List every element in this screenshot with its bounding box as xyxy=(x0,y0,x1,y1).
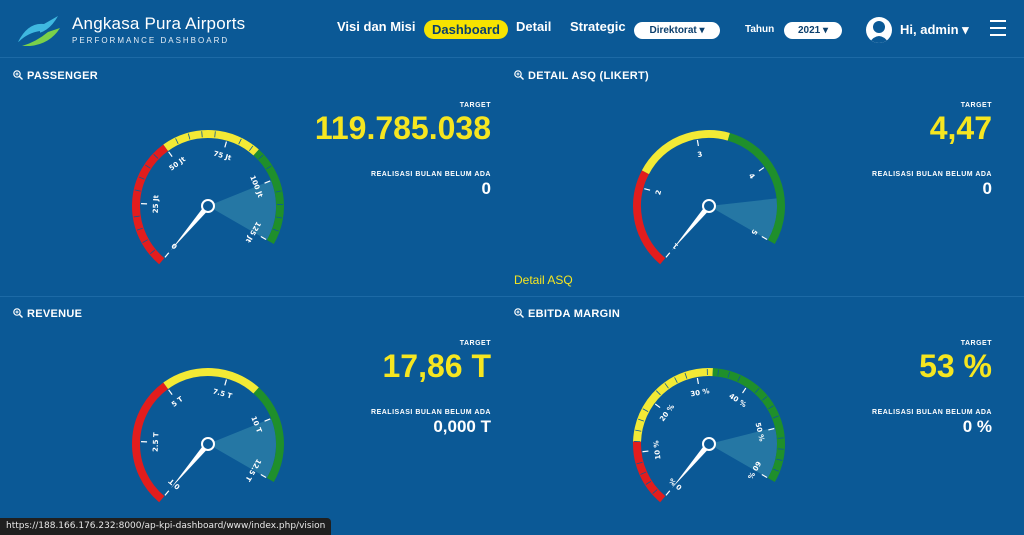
zoom-in-icon[interactable] xyxy=(514,308,524,318)
passenger-real-value: 0 xyxy=(481,179,491,198)
gauge-band-red xyxy=(132,382,169,503)
asq-panel: DETAIL ASQ (LIKERT) TARGET 4,47 REALISAS… xyxy=(514,70,992,290)
nav-visi-misi[interactable]: Visi dan Misi xyxy=(337,19,416,34)
gauge-tick-label: 20 % xyxy=(658,403,676,423)
gauge-major-tick xyxy=(164,252,170,258)
detail-asq-link[interactable]: Detail ASQ xyxy=(514,273,573,287)
gauge-major-tick xyxy=(644,188,651,191)
tahun-select[interactable]: 2021 ▾ xyxy=(784,22,842,39)
asq-target-label: TARGET xyxy=(960,102,992,109)
gauge-major-tick xyxy=(168,151,173,158)
revenue-target-value: 17,86 T xyxy=(382,348,491,384)
zoom-in-icon[interactable] xyxy=(13,70,23,80)
revenue-gauge: 0 T2.5 T5 T7.5 T10 T12.5 T xyxy=(132,368,284,503)
ebitda-title: EBITDA MARGIN xyxy=(514,308,620,320)
revenue-title: REVENUE xyxy=(13,308,82,320)
user-menu[interactable]: Hi, admin ▾ xyxy=(900,22,969,38)
nav-detail[interactable]: Detail xyxy=(516,19,551,34)
ebitda-real-label: REALISASI BULAN BELUM ADA xyxy=(872,409,992,416)
gauge-tick-label: 25 Jt xyxy=(152,194,161,213)
ebitda-real-value: 0 % xyxy=(962,417,992,436)
revenue-target-label: TARGET xyxy=(459,340,491,347)
revenue-real-value: 0,000 T xyxy=(433,417,491,436)
brand-subtitle: PERFORMANCE DASHBOARD xyxy=(72,36,230,45)
tahun-label: Tahun xyxy=(745,24,775,35)
nav-strategic[interactable]: Strategic xyxy=(570,19,626,34)
gauge-pivot xyxy=(702,437,716,451)
gauge-major-tick xyxy=(742,387,747,394)
passenger-panel: PASSENGER TARGET 119.785.038 REALISASI B… xyxy=(13,70,491,290)
gauge-tick-label: 50 Jt xyxy=(168,155,188,173)
asq-target-value: 4,47 xyxy=(929,110,992,146)
brand-title: Angkasa Pura Airports xyxy=(72,14,246,33)
asq-real-label: REALISASI BULAN BELUM ADA xyxy=(872,171,992,178)
passenger-target-value: 119.785.038 xyxy=(314,110,491,146)
target-wedge xyxy=(709,427,777,478)
gauge-band-red xyxy=(633,170,666,265)
gauge-major-tick xyxy=(696,377,699,385)
gauge-tick-label: 2 xyxy=(654,189,663,196)
gauge-tick-label: 7.5 T xyxy=(212,387,233,400)
zoom-in-icon[interactable] xyxy=(13,308,23,318)
gauge-major-tick xyxy=(665,490,671,496)
target-wedge xyxy=(709,198,777,240)
section-divider xyxy=(0,296,1024,297)
gauge-pivot xyxy=(201,437,215,451)
ebitda-target-value: 53 % xyxy=(919,348,992,384)
top-navbar: Angkasa Pura Airports PERFORMANCE DASHBO… xyxy=(0,0,1024,58)
gauge-major-tick xyxy=(758,167,765,172)
gauge-major-tick xyxy=(665,252,671,258)
gauge-major-tick xyxy=(168,389,173,396)
gauge-band-yellow xyxy=(163,130,259,156)
angkasa-pura-logo-icon[interactable] xyxy=(14,12,64,48)
gauge-pivot xyxy=(702,199,716,213)
ebitda-gauge: 0 %10 %20 %30 % 40 %50 %60 % xyxy=(633,368,785,503)
gauge-minor-tick xyxy=(201,131,203,138)
asq-gauge: 12345 xyxy=(633,130,785,265)
zoom-in-icon[interactable] xyxy=(514,70,524,80)
gauge-band-yellow xyxy=(163,368,259,394)
gauge-major-tick xyxy=(224,379,228,386)
passenger-gauge: 025 Jt50 Jt75 Jt100 Jt125 Jt xyxy=(132,130,284,265)
browser-status-url: https://188.166.176.232:8000/ap-kpi-dash… xyxy=(0,518,332,535)
gauge-tick-label: 3 xyxy=(697,150,703,159)
asq-real-value: 0 xyxy=(982,179,992,198)
ebitda-target-label: TARGET xyxy=(960,340,992,347)
hamburger-menu-icon[interactable] xyxy=(990,20,1006,38)
gauge-band-red xyxy=(132,144,169,265)
gauge-tick-label: 2.5 T xyxy=(152,432,161,452)
direktorat-select[interactable]: Direktorat ▾ xyxy=(634,22,720,39)
gauge-band-yellow xyxy=(641,130,730,175)
target-wedge xyxy=(208,418,276,478)
gauge-major-tick xyxy=(696,139,699,147)
gauge-major-tick xyxy=(654,403,661,409)
gauge-major-tick xyxy=(642,450,649,453)
revenue-real-label: REALISASI BULAN BELUM ADA xyxy=(371,409,491,416)
gauge-tick-label: 5 T xyxy=(170,395,185,409)
gauge-tick-label: 10 % xyxy=(652,440,662,460)
target-wedge xyxy=(208,180,276,240)
gauge-major-tick xyxy=(224,141,228,148)
gauge-tick-label: 4 xyxy=(747,172,756,181)
passenger-real-label: REALISASI BULAN BELUM ADA xyxy=(371,171,491,178)
asq-title: DETAIL ASQ (LIKERT) xyxy=(514,70,649,82)
gauge-major-tick xyxy=(164,490,170,496)
nav-dashboard[interactable]: Dashboard xyxy=(424,20,508,39)
revenue-panel: REVENUE TARGET 17,86 T REALISASI BULAN B… xyxy=(13,308,491,518)
user-avatar-icon[interactable] xyxy=(866,17,892,43)
gauge-pivot xyxy=(201,199,215,213)
gauge-tick-label: 40 % xyxy=(727,392,747,409)
brand: Angkasa Pura Airports PERFORMANCE DASHBO… xyxy=(72,14,245,45)
passenger-title: PASSENGER xyxy=(13,70,98,82)
gauge-tick-label: 75 Jt xyxy=(213,150,233,163)
ebitda-panel: EBITDA MARGIN TARGET 53 % REALISASI BULA… xyxy=(514,308,992,518)
gauge-tick-label: 30 % xyxy=(690,387,710,398)
passenger-target-label: TARGET xyxy=(459,102,491,109)
